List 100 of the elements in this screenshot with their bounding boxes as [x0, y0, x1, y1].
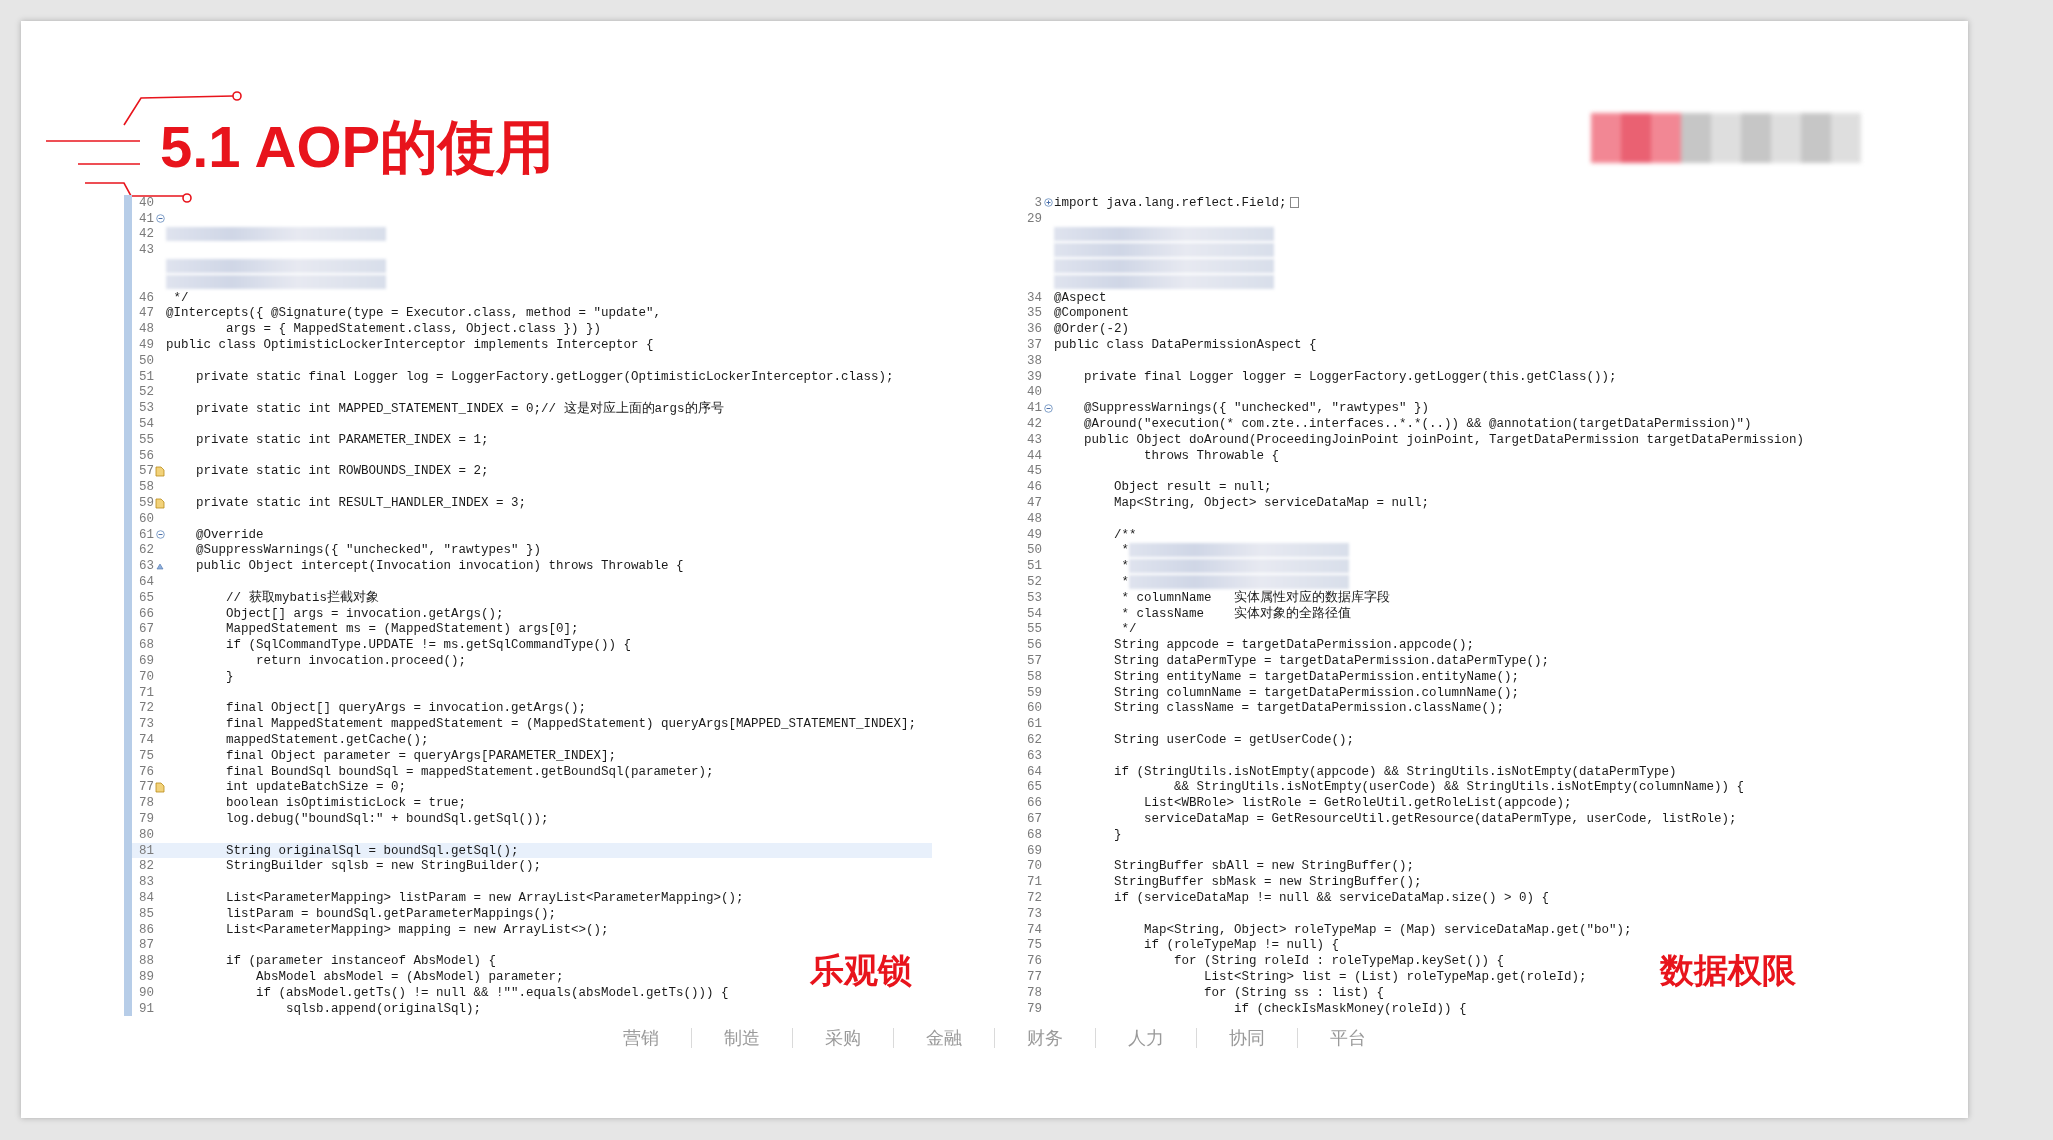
line-number: 69	[139, 654, 154, 668]
code-line: public Object doAround(ProceedingJoinPoint joinPoint, TargetDataPermission targetDataPermission)	[1083, 432, 1805, 447]
code-line: listParam = boundSql.getParameterMappings();	[225, 906, 557, 921]
footer-link[interactable]: 营销	[591, 1028, 691, 1049]
warning-icon	[155, 465, 165, 477]
footer-link[interactable]: 协同	[1196, 1028, 1297, 1049]
code-line: final BoundSql boundSql = mappedStatement.getBoundSql(parameter);	[225, 764, 714, 779]
code-line: if (checkIsMaskMoney(roleId)) {	[1233, 1001, 1467, 1016]
line-number: 54	[1027, 606, 1042, 621]
line-number: 79	[139, 811, 154, 826]
line-number: 75	[1027, 938, 1042, 953]
code-line: if (SqlCommandType.UPDATE != ms.getSqlCommandType()) {	[225, 638, 632, 653]
line-number: 77	[139, 780, 154, 795]
line-number: 81	[139, 843, 154, 858]
line-number: 70	[139, 669, 154, 684]
code-line: Object[] args = invocation.getArgs();	[225, 606, 504, 621]
code-line: */	[1120, 622, 1137, 637]
line-number: 44	[1027, 448, 1042, 463]
code-line: private static int MAPPED_STATEMENT_INDEX = 0;// 这是对应上面的args的序号	[195, 400, 724, 417]
line-number: 39	[1027, 369, 1042, 384]
expand-icon[interactable]	[1043, 198, 1053, 208]
line-number: 42	[1027, 417, 1042, 432]
line-number: 3	[1034, 195, 1042, 210]
footer-link[interactable]: 平台	[1297, 1028, 1398, 1049]
code-line: Map<String, Object> roleTypeMap = (Map) serviceDataMap.get("bo");	[1143, 922, 1632, 937]
line-number: 68	[1027, 827, 1042, 842]
code-line: StringBuffer sbMask = new StringBuffer();	[1113, 875, 1422, 890]
line-number: 29	[1027, 211, 1042, 226]
line-number: 74	[1027, 922, 1042, 937]
collapse-icon[interactable]	[1043, 403, 1053, 413]
code-line: */	[172, 290, 189, 305]
line-number: 61	[139, 527, 154, 542]
line-number: 60	[139, 511, 154, 526]
collapse-icon[interactable]	[155, 530, 165, 540]
collapse-icon[interactable]	[155, 214, 165, 224]
line-number: 72	[139, 701, 154, 716]
line-number: 51	[139, 369, 154, 384]
line-number: 61	[1027, 717, 1042, 732]
code-line: String className = targetDataPermission.className();	[1113, 701, 1505, 716]
line-number: 50	[139, 353, 154, 368]
code-line: if (StringUtils.isNotEmpty(appcode) && StringUtils.isNotEmpty(dataPermType)	[1113, 764, 1677, 779]
line-number: 40	[139, 195, 154, 210]
footer-link[interactable]: 人力	[1095, 1028, 1196, 1049]
code-line: @SuppressWarnings({ "unchecked", "rawtypes" })	[195, 543, 542, 558]
line-number: 59	[1027, 685, 1042, 700]
code-line: Map<String, Object> serviceDataMap = null;	[1113, 496, 1430, 511]
line-number: 48	[139, 322, 154, 337]
code-line: log.debug("boundSql:" + boundSql.getSql());	[225, 811, 549, 826]
line-number: 74	[139, 733, 154, 747]
line-number: 66	[139, 606, 154, 621]
line-number: 43	[1027, 432, 1042, 447]
footer-link[interactable]: 制造	[691, 1028, 792, 1049]
code-line: if (roleTypeMap != null) {	[1143, 938, 1340, 953]
code-line: boolean isOptimisticLock = true;	[225, 796, 467, 811]
line-number: 42	[139, 227, 154, 242]
code-line: && StringUtils.isNotEmpty(userCode) && StringUtils.isNotEmpty(columnName)) {	[1173, 780, 1745, 795]
footer-link[interactable]: 财务	[994, 1028, 1095, 1049]
code-line: List<String> list = (List) roleTypeMap.get(roleId);	[1203, 969, 1587, 984]
line-number: 85	[139, 906, 154, 921]
line-number: 45	[1027, 464, 1042, 479]
line-number: 62	[1027, 733, 1042, 747]
line-number: 65	[1027, 780, 1042, 795]
code-line: String entityName = targetDataPermission.entityName();	[1113, 669, 1520, 684]
code-line: final Object[] queryArgs = invocation.getArgs();	[225, 701, 587, 716]
code-line: @Aspect	[1054, 290, 1107, 305]
line-number: 86	[139, 922, 154, 937]
line-number: 84	[139, 890, 154, 905]
line-number: 53	[139, 401, 154, 416]
code-line: *	[1120, 575, 1129, 589]
line-number: 40	[1027, 385, 1042, 400]
code-line: String originalSql = boundSql.getSql();	[225, 843, 519, 858]
line-number: 72	[1027, 890, 1042, 905]
slide-title: 5.1 AOP的使用	[160, 115, 555, 179]
line-number: 75	[139, 748, 154, 763]
line-number: 89	[139, 969, 154, 984]
line-number: 55	[139, 432, 154, 447]
line-number: 79	[1027, 1001, 1042, 1016]
line-number: 90	[139, 985, 154, 1000]
code-line: }	[225, 669, 234, 684]
code-line: // 获取mybatis拦截对象	[225, 589, 380, 607]
line-number: 36	[1027, 322, 1042, 337]
line-number: 63	[1027, 748, 1042, 763]
code-line: String appcode = targetDataPermission.appcode();	[1113, 638, 1475, 653]
line-number: 56	[139, 448, 154, 463]
code-line: private static int PARAMETER_INDEX = 1;	[195, 432, 489, 447]
line-number: 54	[139, 417, 154, 432]
code-line: import java.lang.reflect.Field;	[1054, 195, 1287, 210]
line-number: 76	[139, 764, 154, 779]
code-line: * className 实体对象的全路径值	[1120, 605, 1352, 623]
line-number: 35	[1027, 306, 1042, 321]
code-line: @Around("execution(* com.zte..interfaces..*.*(..)) && @annotation(targetDataPermission)")	[1083, 417, 1752, 432]
line-number: 66	[1027, 796, 1042, 811]
folded-code-icon[interactable]	[1289, 197, 1299, 209]
triangle-icon	[156, 562, 164, 570]
code-line: private static int RESULT_HANDLER_INDEX = 3;	[195, 496, 527, 511]
code-line: String userCode = getUserCode();	[1113, 733, 1355, 747]
footer-link[interactable]: 金融	[893, 1028, 994, 1049]
code-line: throws Throwable {	[1143, 448, 1280, 463]
footer-link[interactable]: 采购	[792, 1028, 893, 1049]
code-line: @Component	[1054, 306, 1129, 321]
